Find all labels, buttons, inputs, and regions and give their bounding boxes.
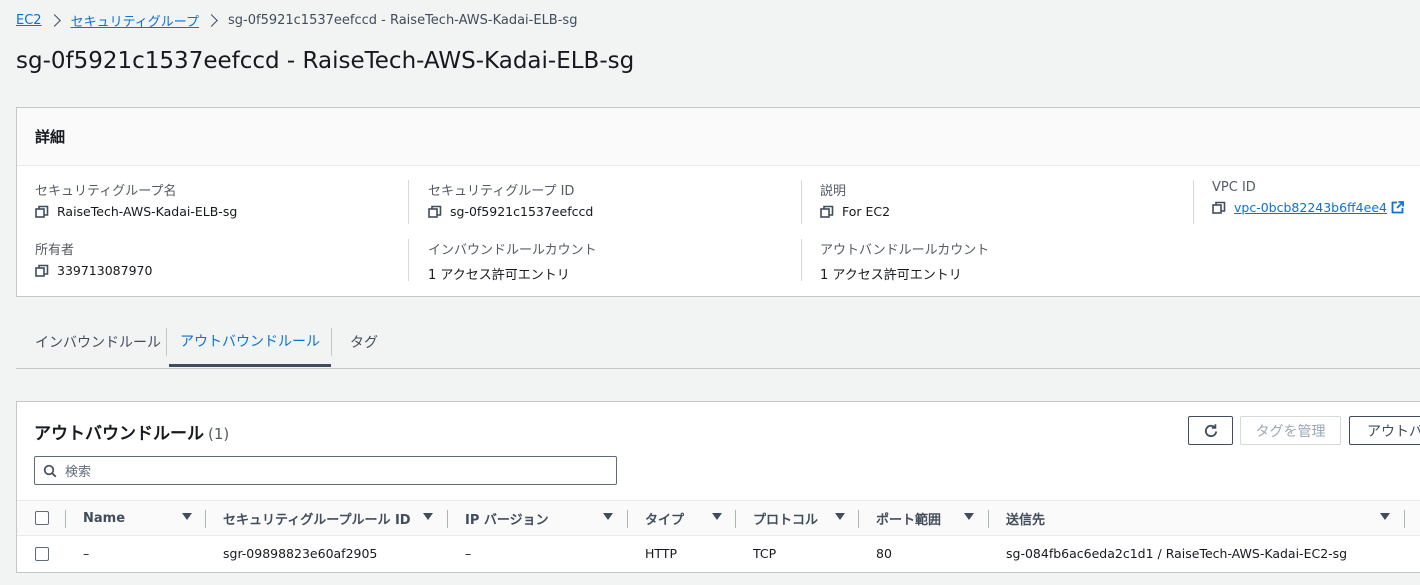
column-divider (408, 239, 409, 281)
sort-icon[interactable] (964, 513, 974, 520)
inbound-count-value: 1 アクセス許可エントリ (428, 268, 570, 283)
description-value: For EC2 (842, 204, 891, 219)
column-type[interactable]: タイプ (645, 501, 684, 535)
copy-icon[interactable] (428, 205, 442, 219)
owner-label: 所有者 (35, 243, 75, 258)
copy-icon[interactable] (35, 264, 49, 278)
breadcrumb-current: sg-0f5921c1537eefccd - RaiseTech-AWS-Kad… (228, 12, 578, 28)
inbound-count-label: インバウンドルールカウント (428, 243, 597, 258)
column-divider (627, 510, 628, 528)
column-protocol[interactable]: プロトコル (753, 501, 818, 535)
sort-icon[interactable] (712, 513, 722, 520)
details-title: 詳細 (35, 128, 66, 146)
breadcrumb-ec2[interactable]: EC2 (16, 13, 42, 28)
external-link-icon (1391, 201, 1404, 214)
search-input[interactable]: 検索 (34, 456, 617, 485)
row-checkbox[interactable] (35, 547, 49, 561)
owner-value: 339713087970 (57, 263, 153, 278)
copy-icon[interactable] (820, 205, 834, 219)
edit-outbound-rules-button[interactable]: アウトバ (1349, 416, 1420, 445)
details-header: 詳細 (17, 108, 1420, 166)
sg-name-field: セキュリティグループ名 RaiseTech-AWS-Kadai-ELB-sg (35, 180, 237, 219)
column-divider (1193, 180, 1194, 224)
outbound-count-label: アウトバンドルールカウント (820, 243, 990, 258)
column-divider (988, 510, 989, 528)
cell-port-range: 80 (876, 545, 892, 561)
details-panel: 詳細 セキュリティグループ名 RaiseTech-AWS-Kadai-ELB-s… (16, 107, 1420, 297)
copy-icon[interactable] (1212, 201, 1226, 215)
vpc-id-field: VPC ID vpc-0bcb82243b6ff4ee4 (1212, 180, 1404, 215)
sg-id-label: セキュリティグループ ID (428, 184, 575, 199)
vpc-id-label: VPC ID (1212, 180, 1256, 195)
sort-icon[interactable] (1380, 513, 1390, 520)
column-port-range[interactable]: ポート範囲 (876, 501, 941, 535)
sg-name-label: セキュリティグループ名 (35, 184, 177, 199)
column-divider (1404, 510, 1405, 528)
column-divider (858, 510, 859, 528)
table-header: Name セキュリティグループルール ID IP バージョン タイプ プロトコル… (17, 500, 1420, 536)
cell-ip-version: – (465, 545, 472, 561)
rules-count: (1) (208, 425, 230, 443)
sg-name-value: RaiseTech-AWS-Kadai-ELB-sg (57, 204, 238, 219)
chevron-right-icon (47, 13, 61, 27)
column-destination[interactable]: 送信先 (1006, 501, 1045, 535)
outbound-count-field: アウトバンドルールカウント 1 アクセス許可エントリ (820, 239, 989, 283)
description-field: 説明 For EC2 (820, 180, 890, 219)
sort-icon[interactable] (182, 513, 192, 520)
refresh-icon (1204, 423, 1217, 437)
column-divider (801, 180, 802, 224)
breadcrumb: EC2 セキュリティグループ sg-0f5921c1537eefccd - Ra… (16, 11, 578, 30)
description-label: 説明 (820, 184, 847, 199)
inbound-count-field: インバウンドルールカウント 1 アクセス許可エントリ (428, 239, 597, 283)
column-divider (735, 510, 736, 528)
page-title: sg-0f5921c1537eefccd - RaiseTech-AWS-Kad… (16, 48, 635, 74)
column-divider (65, 510, 66, 528)
cell-type: HTTP (645, 545, 677, 561)
select-all-checkbox[interactable] (35, 511, 49, 525)
tab-tags[interactable]: タグ (350, 318, 378, 366)
cell-protocol: TCP (753, 545, 777, 561)
tab-inbound-rules[interactable]: インバウンドルール (35, 318, 161, 366)
breadcrumb-security-groups[interactable]: セキュリティグループ (71, 11, 199, 30)
column-name[interactable]: Name (83, 501, 125, 535)
refresh-button[interactable] (1188, 416, 1233, 445)
owner-field: 所有者 339713087970 (35, 239, 152, 278)
cell-rule-id: sgr-09898823e60af2905 (223, 545, 378, 561)
sort-icon[interactable] (423, 513, 433, 520)
copy-icon[interactable] (35, 205, 49, 219)
search-icon (43, 464, 57, 477)
rules-title: アウトバウンドルール (1) (34, 419, 229, 444)
sg-id-field: セキュリティグループ ID sg-0f5921c1537eefccd (428, 180, 593, 219)
column-ip-version[interactable]: IP バージョン (465, 501, 549, 535)
chevron-right-icon (205, 13, 218, 27)
tab-outbound-rules[interactable]: アウトバウンドルール (169, 318, 331, 367)
manage-tags-button[interactable]: タグを管理 (1240, 416, 1341, 445)
cell-destination: sg-084fb6ac6eda2c1d1 / RaiseTech-AWS-Kad… (1006, 545, 1348, 561)
column-divider (408, 180, 409, 224)
outbound-count-value: 1 アクセス許可エントリ (820, 268, 962, 283)
column-divider (205, 510, 206, 528)
table-row[interactable]: – sgr-09898823e60af2905 – HTTP TCP 80 sg… (17, 535, 1420, 571)
rules-title-text: アウトバウンドルール (34, 424, 204, 444)
sort-icon[interactable] (835, 513, 845, 520)
column-divider (447, 510, 448, 528)
column-rule-id[interactable]: セキュリティグループルール ID (223, 501, 411, 535)
sort-icon[interactable] (603, 513, 613, 520)
sg-id-value: sg-0f5921c1537eefccd (450, 204, 594, 219)
tab-divider (331, 328, 332, 356)
cell-name: – (83, 545, 90, 561)
search-placeholder: 検索 (65, 465, 92, 480)
tab-bar: インバウンドルール アウトバウンドルール タグ (16, 318, 1420, 369)
vpc-id-link[interactable]: vpc-0bcb82243b6ff4ee4 (1234, 200, 1387, 215)
outbound-rules-panel: アウトバウンドルール (1) タグを管理 アウトバ 検索 Name セキュリティグ… (16, 401, 1420, 573)
tab-divider (166, 328, 167, 356)
column-divider (801, 239, 802, 281)
